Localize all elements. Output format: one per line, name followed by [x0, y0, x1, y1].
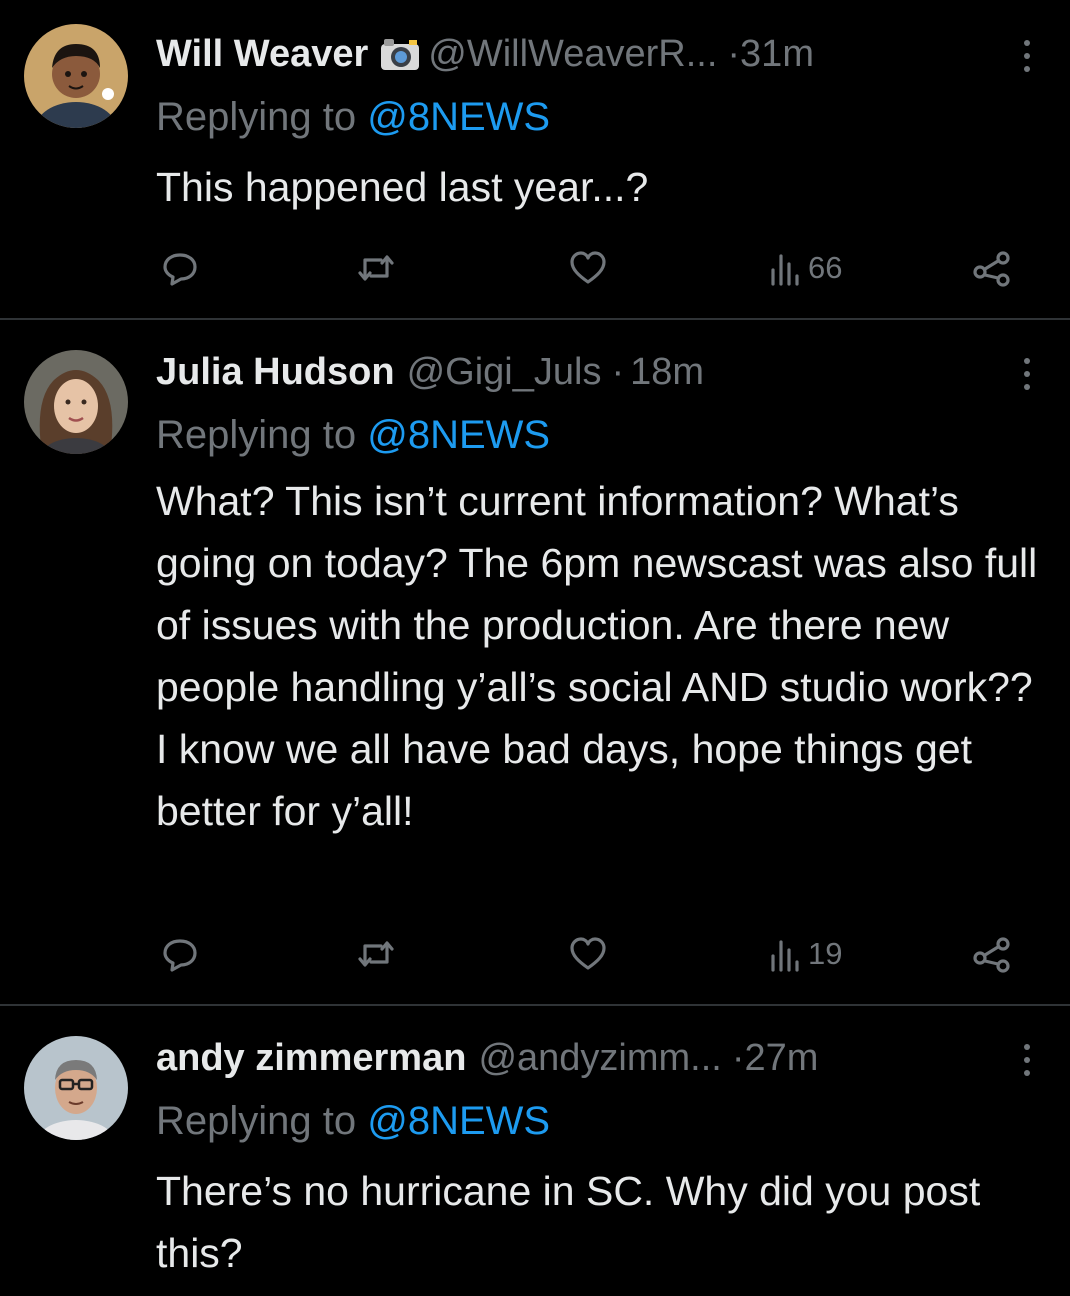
replying-to: Replying to @8NEWS [156, 1096, 550, 1146]
tweet-3[interactable]: andy zimmerman @andyzimm... · 27m Replyin… [0, 1006, 1070, 1296]
views-button[interactable]: 66 [768, 248, 842, 288]
more-icon[interactable] [1024, 1044, 1032, 1076]
mention-link[interactable]: @8NEWS [367, 95, 550, 139]
user-handle[interactable]: @WillWeaverR... [428, 30, 717, 78]
avatar[interactable] [24, 1036, 128, 1140]
reply-button[interactable] [160, 248, 200, 288]
views-count: 66 [808, 250, 843, 285]
avatar-photo [24, 350, 128, 454]
replying-label: Replying to [156, 413, 368, 457]
display-name[interactable]: Julia Hudson [156, 348, 395, 396]
avatar[interactable] [24, 350, 128, 454]
avatar-illustration [24, 24, 128, 128]
replying-label: Replying to [156, 1099, 368, 1143]
avatar[interactable] [24, 24, 128, 128]
camera-emoji-icon [381, 39, 420, 70]
views-icon [771, 940, 799, 972]
replying-to: Replying to @8NEWS [156, 410, 550, 460]
tweet-header: andy zimmerman @andyzimm... · 27m [156, 1034, 818, 1082]
tweet-text: This happened last year...? [156, 164, 649, 210]
share-icon [973, 937, 1010, 973]
retweet-icon [358, 255, 394, 281]
timestamp[interactable]: 31m [740, 30, 814, 78]
reply-button[interactable] [160, 934, 200, 974]
tweet-1[interactable]: Will Weaver @WillWeaverR... · 31m Replyin… [0, 0, 1070, 318]
display-name[interactable]: Will Weaver [156, 30, 368, 78]
views-icon [771, 254, 799, 286]
like-button[interactable] [568, 248, 608, 288]
views-count: 19 [808, 936, 843, 971]
tweet-header: Will Weaver @WillWeaverR... · 31m [156, 30, 814, 78]
action-bar: 19 [160, 934, 1020, 974]
tweet-2[interactable]: Julia Hudson @Gigi_Juls · 18m Replying to… [0, 320, 1070, 1004]
share-button[interactable] [970, 934, 1014, 974]
retweet-button[interactable] [356, 248, 396, 288]
timestamp[interactable]: 27m [745, 1034, 819, 1082]
display-name[interactable]: andy zimmerman [156, 1034, 466, 1082]
like-button[interactable] [568, 934, 608, 974]
like-icon [570, 251, 606, 284]
user-handle[interactable]: @Gigi_Juls [407, 348, 602, 396]
user-handle[interactable]: @andyzimm... [478, 1034, 721, 1082]
share-button[interactable] [970, 248, 1014, 288]
dot-separator: · [731, 1037, 745, 1079]
retweet-icon [358, 941, 394, 967]
avatar-photo [24, 1036, 128, 1140]
mention-link[interactable]: @8NEWS [367, 413, 550, 457]
more-icon[interactable] [1024, 40, 1032, 72]
tweet-header: Julia Hudson @Gigi_Juls · 18m [156, 348, 704, 396]
like-icon [570, 937, 606, 970]
tweet-text: There’s no hurricane in SC. Why did you … [156, 1168, 981, 1276]
replying-label: Replying to [156, 95, 368, 139]
mention-link[interactable]: @8NEWS [367, 1099, 550, 1143]
retweet-button[interactable] [356, 934, 396, 974]
reply-icon [163, 253, 197, 286]
replying-to: Replying to @8NEWS [156, 92, 550, 142]
dot-separator: · [611, 351, 625, 393]
action-bar: 66 [160, 248, 1020, 288]
more-icon[interactable] [1024, 358, 1032, 390]
reply-icon [163, 939, 197, 972]
share-icon [973, 251, 1010, 287]
dot-separator: · [727, 33, 741, 75]
timestamp[interactable]: 18m [630, 348, 704, 396]
views-button[interactable]: 19 [768, 934, 842, 974]
tweet-text: What? This isn’t current information? Wh… [156, 478, 1038, 834]
